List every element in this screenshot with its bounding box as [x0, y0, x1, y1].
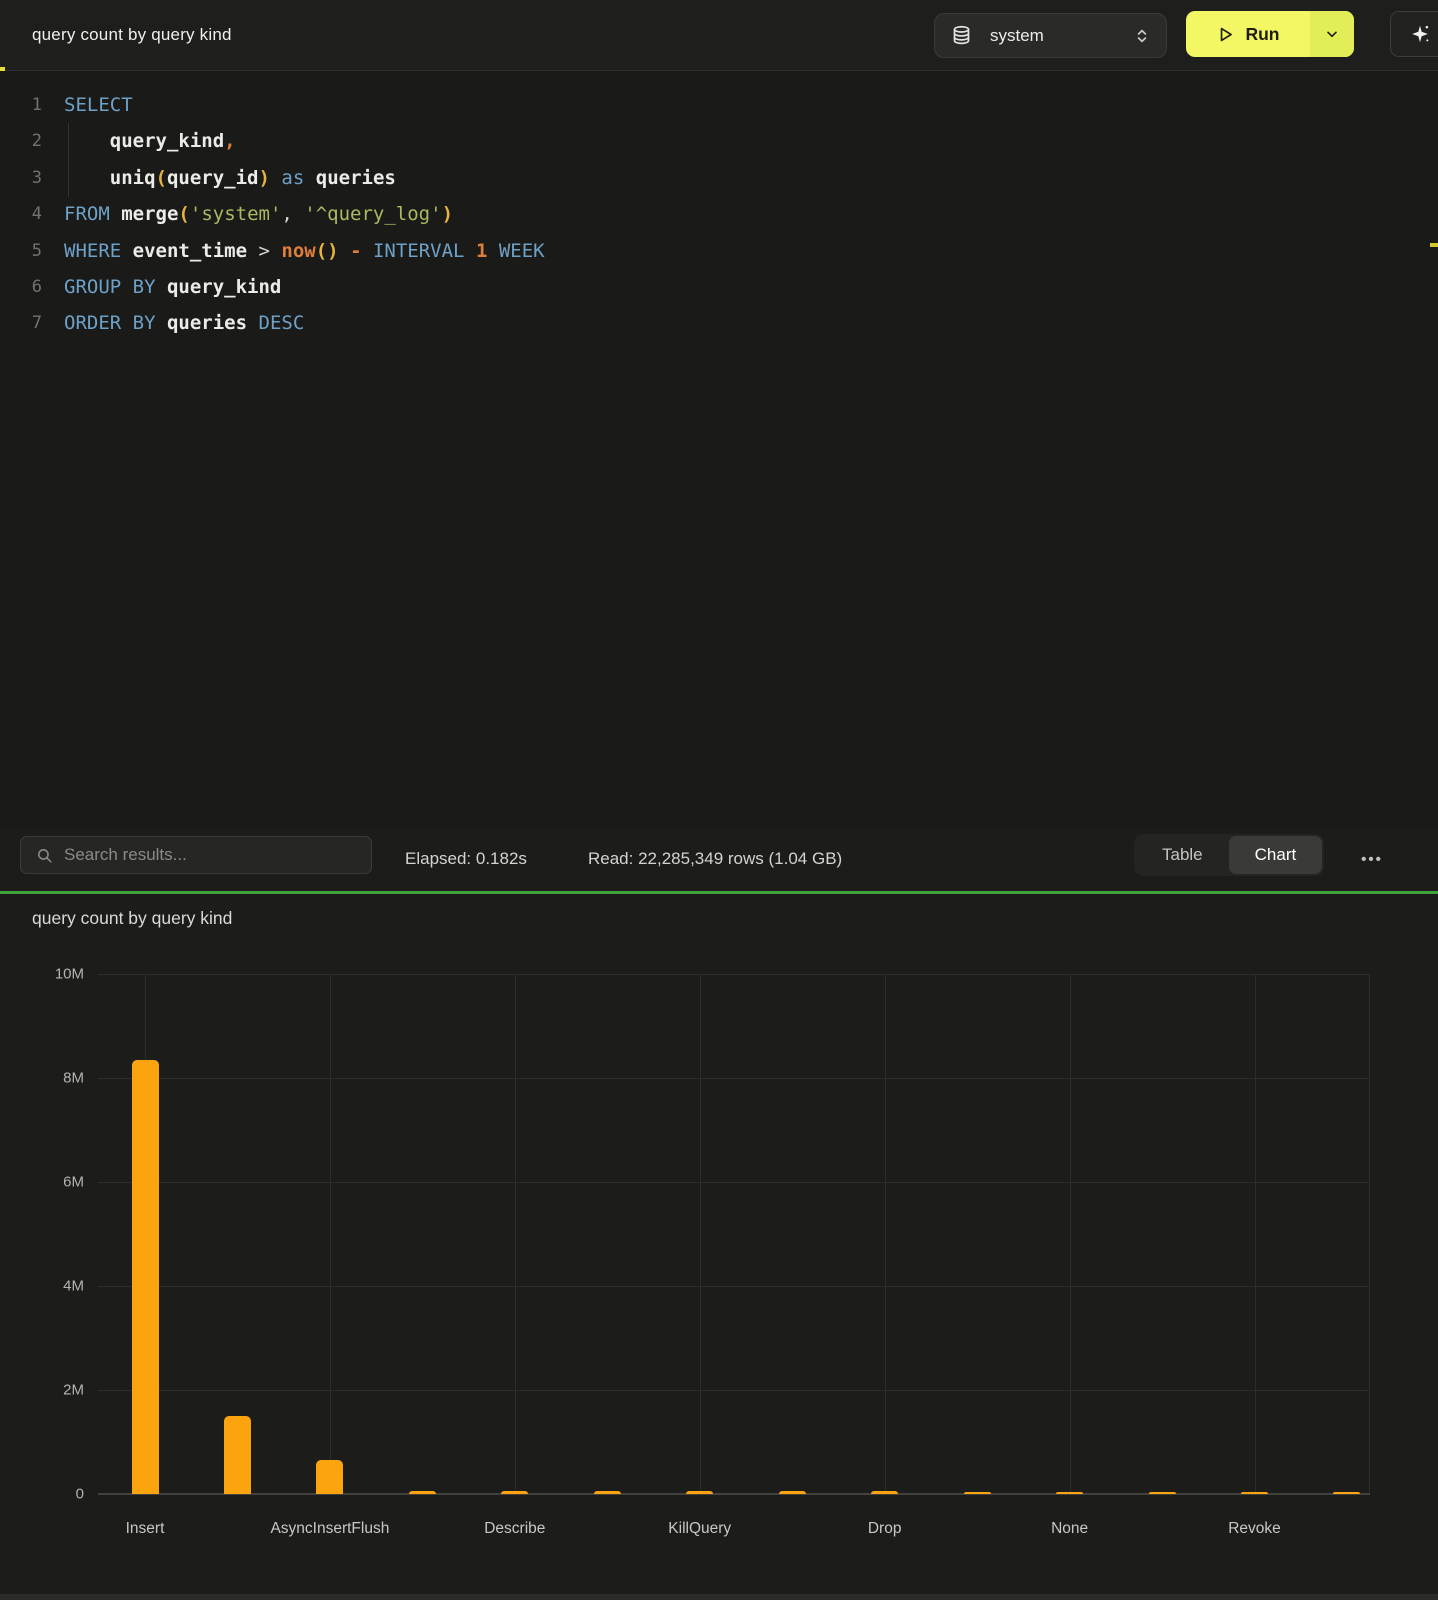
gridline-v: [885, 974, 886, 1494]
x-axis-tick: KillQuery: [668, 1520, 731, 1538]
bar-None[interactable]: [1056, 1492, 1083, 1495]
sparkle-icon: [1409, 23, 1431, 45]
code-line-6: 6 GROUP BY query_kind: [0, 269, 1438, 305]
database-name: system: [990, 26, 1044, 46]
code-line-4: 4 FROM merge('system', '^query_log'): [0, 196, 1438, 232]
ai-assist-button[interactable]: [1390, 11, 1438, 57]
bar-AsyncInsertFlush[interactable]: [316, 1460, 343, 1494]
bar-col-10[interactable]: [964, 1492, 991, 1495]
bar-Describe[interactable]: [501, 1491, 528, 1494]
run-button-label: Run: [1245, 24, 1279, 45]
y-axis-tick: 8M: [63, 1070, 84, 1087]
bar-Drop[interactable]: [871, 1491, 898, 1494]
bar-col-2[interactable]: [224, 1416, 251, 1494]
bar-col-8[interactable]: [779, 1491, 806, 1494]
search-results-input[interactable]: [64, 845, 344, 865]
bar-col-6[interactable]: [594, 1491, 621, 1494]
code-line-5: 5 WHERE event_time > now() - INTERVAL 1 W…: [0, 233, 1438, 269]
line-number: 5: [0, 241, 42, 261]
line-number: 2: [0, 131, 42, 151]
chart-panel: query count by query kind 10M8M6M4M2M0In…: [0, 894, 1438, 1594]
line-number: 1: [0, 95, 42, 115]
x-axis-tick: AsyncInsertFlush: [270, 1520, 389, 1538]
elapsed-stat: Elapsed: 0.182s: [405, 827, 527, 891]
chart-title: query count by query kind: [32, 908, 232, 929]
chart-view-tab[interactable]: Chart: [1229, 836, 1323, 874]
bar-col-4[interactable]: [409, 1491, 436, 1494]
gridline-h: [98, 1390, 1370, 1391]
database-icon: [951, 25, 972, 46]
line-text: ORDER BY queries DESC: [64, 312, 304, 334]
line-text: query_kind,: [64, 130, 236, 152]
bar-col-14[interactable]: [1333, 1492, 1360, 1495]
line-text: SELECT: [64, 94, 133, 116]
x-axis-tick: None: [1051, 1520, 1088, 1538]
search-results-box[interactable]: [20, 836, 372, 874]
run-options-caret[interactable]: [1310, 11, 1354, 57]
line-text: FROM merge('system', '^query_log'): [64, 203, 453, 225]
read-stat: Read: 22,285,349 rows (1.04 GB): [588, 827, 842, 891]
line-number: 3: [0, 168, 42, 188]
bar-col-12[interactable]: [1149, 1492, 1176, 1495]
gridline-h: [98, 1182, 1370, 1183]
y-axis-tick: 4M: [63, 1278, 84, 1295]
sql-console: query count by query kind system: [0, 0, 1438, 1600]
bar-KillQuery[interactable]: [686, 1491, 713, 1494]
gridline-v: [700, 974, 701, 1494]
table-view-tab[interactable]: Table: [1136, 836, 1229, 874]
select-chevrons-icon: [1132, 26, 1152, 46]
gridline-h: [98, 1078, 1370, 1079]
line-number: 7: [0, 313, 42, 333]
chevron-down-icon: [1324, 26, 1340, 42]
header: query count by query kind system: [0, 0, 1438, 71]
line-text: uniq(query_id) as queries: [64, 167, 396, 189]
x-axis-line: [98, 1493, 1370, 1495]
gridline-h: [98, 974, 1370, 975]
gridline-v: [1255, 974, 1256, 1494]
line-text: WHERE event_time > now() - INTERVAL 1 WE…: [64, 240, 545, 262]
gridline-v: [330, 974, 331, 1494]
line-number: 4: [0, 204, 42, 224]
search-icon: [36, 847, 53, 864]
line-text: GROUP BY query_kind: [64, 276, 281, 298]
play-icon: [1216, 25, 1235, 44]
more-options-button[interactable]: •••: [1350, 827, 1394, 891]
y-axis-tick: 2M: [63, 1382, 84, 1399]
view-toggle: Table Chart: [1134, 834, 1324, 876]
bar-chart: 10M8M6M4M2M0InsertAsyncInsertFlushDescri…: [98, 974, 1370, 1494]
line-number: 6: [0, 277, 42, 297]
x-axis-tick: Describe: [484, 1520, 545, 1538]
query-title: query count by query kind: [32, 0, 232, 70]
x-axis-tick: Insert: [126, 1520, 165, 1538]
y-axis-tick: 0: [76, 1486, 84, 1503]
run-button-main[interactable]: Run: [1186, 11, 1310, 57]
run-button[interactable]: Run: [1186, 11, 1354, 57]
gridline-v: [515, 974, 516, 1494]
y-axis-tick: 10M: [55, 966, 84, 983]
x-axis-tick: Drop: [868, 1520, 902, 1538]
overview-ruler-marker: [1430, 243, 1438, 247]
code-line-2: 2 query_kind,: [0, 123, 1438, 159]
gridline-v: [1369, 974, 1370, 1494]
y-axis-tick: 6M: [63, 1174, 84, 1191]
sql-editor[interactable]: 1SELECT2 query_kind,3 uniq(query_id) as …: [0, 71, 1438, 827]
gridline-v: [1070, 974, 1071, 1494]
gridline-h: [98, 1286, 1370, 1287]
bottom-panel-edge: [0, 1594, 1438, 1600]
results-toolbar: Elapsed: 0.182s Read: 22,285,349 rows (1…: [0, 827, 1438, 891]
code-line-1: 1 SELECT: [0, 87, 1438, 123]
bar-Revoke[interactable]: [1241, 1492, 1268, 1495]
code-line-7: 7 ORDER BY queries DESC: [0, 305, 1438, 341]
database-selector[interactable]: system: [934, 13, 1167, 58]
bar-Insert[interactable]: [132, 1060, 159, 1494]
code-line-3: 3 uniq(query_id) as queries: [0, 160, 1438, 196]
x-axis-tick: Revoke: [1228, 1520, 1281, 1538]
